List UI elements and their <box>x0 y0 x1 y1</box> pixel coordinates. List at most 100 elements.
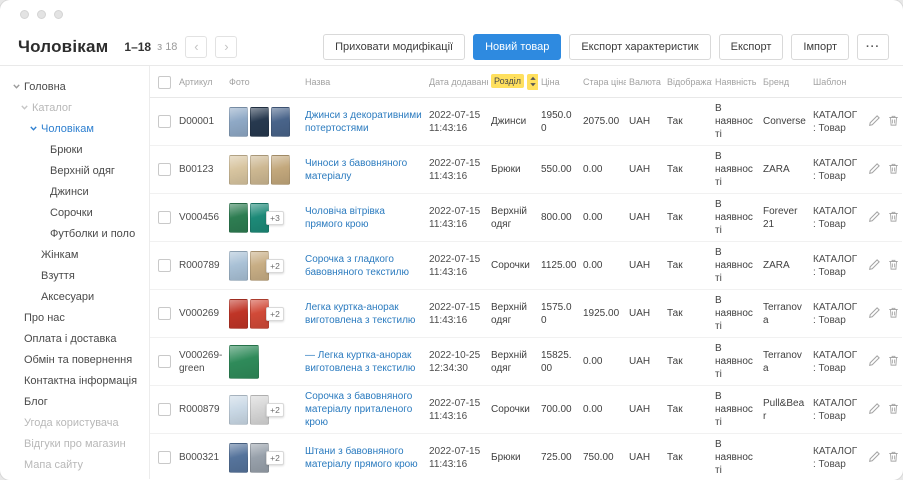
product-name-link[interactable]: Джинси з декоративними потертостями <box>305 109 423 135</box>
product-photo-thumbnail[interactable] <box>271 155 290 185</box>
product-photo-thumbnail[interactable] <box>229 107 248 137</box>
row-checkbox[interactable] <box>158 115 171 128</box>
import-button[interactable]: Імпорт <box>791 34 849 60</box>
more-photos-badge[interactable]: +2 <box>266 307 284 321</box>
column-header-date-added[interactable]: Дата додавання <box>426 66 488 98</box>
export-button[interactable]: Експорт <box>719 34 784 60</box>
sidebar-item-trousers[interactable]: Брюки <box>0 139 149 160</box>
product-photo-thumbnail[interactable] <box>229 155 248 185</box>
sidebar-item-blog[interactable]: Блог <box>0 391 149 412</box>
more-photos-badge[interactable]: +2 <box>266 451 284 465</box>
row-checkbox[interactable] <box>158 307 171 320</box>
edit-icon[interactable] <box>865 160 884 180</box>
sidebar-item-shirts[interactable]: Сорочки <box>0 202 149 223</box>
row-checkbox[interactable] <box>158 259 171 272</box>
sidebar-item-catalog[interactable]: Каталог <box>0 97 149 118</box>
delete-icon[interactable] <box>884 112 902 132</box>
more-photos-badge[interactable]: +2 <box>266 259 284 273</box>
hide-modifications-button[interactable]: Приховати модифікації <box>323 34 465 60</box>
product-photo-thumbnail[interactable] <box>250 155 269 185</box>
sidebar-item-user-agreement[interactable]: Угода користувача <box>0 412 149 433</box>
pagination-next-button[interactable]: › <box>215 36 237 58</box>
column-header-name[interactable]: Назва <box>302 66 426 98</box>
edit-icon[interactable] <box>865 352 884 372</box>
row-checkbox[interactable] <box>158 403 171 416</box>
product-availability: В наявності <box>712 386 760 434</box>
product-name-link[interactable]: Штани з бавовняного матеріалу прямого кр… <box>305 445 423 471</box>
product-article: R000879 <box>176 386 226 434</box>
sort-icon[interactable] <box>527 74 538 90</box>
sidebar-item-label: Контактна інформація <box>24 375 137 387</box>
edit-icon[interactable] <box>865 400 884 420</box>
row-checkbox[interactable] <box>158 355 171 368</box>
column-header-currency[interactable]: Валюта <box>626 66 664 98</box>
column-header-photo[interactable]: Фото <box>226 66 302 98</box>
product-photo-thumbnail[interactable] <box>229 251 248 281</box>
delete-icon[interactable] <box>884 448 902 468</box>
table-row: B000321+2Штани з бавовняного матеріалу п… <box>150 434 902 480</box>
column-header-availability[interactable]: Наявність <box>712 66 760 98</box>
column-header-old-price[interactable]: Стара ціна <box>580 66 626 98</box>
window-control-minimize[interactable] <box>37 10 46 19</box>
product-photo-thumbnail[interactable] <box>229 203 248 233</box>
product-template: КАТАЛОГ: Товар <box>810 338 862 386</box>
column-header-brand[interactable]: Бренд <box>760 66 810 98</box>
sidebar-item-sitemap[interactable]: Мапа сайту <box>0 454 149 475</box>
product-name-link[interactable]: Чоловіча вітрівка прямого крою <box>305 205 423 231</box>
edit-icon[interactable] <box>865 448 884 468</box>
edit-icon[interactable] <box>865 208 884 228</box>
export-characteristics-button[interactable]: Експорт характеристик <box>569 34 710 60</box>
sidebar-item-about[interactable]: Про нас <box>0 307 149 328</box>
column-header-article[interactable]: Артикул <box>176 66 226 98</box>
sidebar-item-outerwear[interactable]: Верхній одяг <box>0 160 149 181</box>
product-photo-thumbnail[interactable] <box>229 395 248 425</box>
delete-icon[interactable] <box>884 400 902 420</box>
edit-icon[interactable] <box>865 256 884 276</box>
edit-icon[interactable] <box>865 112 884 132</box>
more-photos-badge[interactable]: +3 <box>266 211 284 225</box>
delete-icon[interactable] <box>884 352 902 372</box>
column-header-price[interactable]: Ціна <box>538 66 580 98</box>
new-product-button[interactable]: Новий товар <box>473 34 561 60</box>
window-control-close[interactable] <box>20 10 29 19</box>
sidebar-item-contact-info[interactable]: Контактна інформація <box>0 370 149 391</box>
row-checkbox[interactable] <box>158 451 171 464</box>
product-photo-thumbnail[interactable] <box>229 345 259 379</box>
product-name-link[interactable]: — Легка куртка-анорак виготовлена з текс… <box>305 349 423 375</box>
sidebar-item-accessories[interactable]: Аксесуари <box>0 286 149 307</box>
product-photo-thumbnail[interactable] <box>271 107 290 137</box>
row-checkbox[interactable] <box>158 211 171 224</box>
column-header-display[interactable]: Відображати <box>664 66 712 98</box>
sidebar-item-exchange-returns[interactable]: Обмін та повернення <box>0 349 149 370</box>
edit-icon[interactable] <box>865 304 884 324</box>
delete-icon[interactable] <box>884 304 902 324</box>
delete-icon[interactable] <box>884 208 902 228</box>
row-checkbox[interactable] <box>158 163 171 176</box>
sidebar-item-home[interactable]: Головна <box>0 76 149 97</box>
sidebar-item-shoes[interactable]: Взуття <box>0 265 149 286</box>
delete-icon[interactable] <box>884 160 902 180</box>
product-photo-thumbnail[interactable] <box>229 299 248 329</box>
delete-icon[interactable] <box>884 256 902 276</box>
product-name-link[interactable]: Сорочка з гладкого бавовняного текстилю <box>305 253 423 279</box>
select-all-checkbox[interactable] <box>158 76 171 89</box>
more-photos-badge[interactable]: +2 <box>266 403 284 417</box>
sidebar-item-store-reviews[interactable]: Відгуки про магазин <box>0 433 149 454</box>
product-photo-thumbnail[interactable] <box>250 107 269 137</box>
window-control-maximize[interactable] <box>54 10 63 19</box>
product-name-link[interactable]: Сорочка з бавовняного матеріалу притален… <box>305 390 423 429</box>
pagination-prev-button[interactable]: ‹ <box>185 36 207 58</box>
more-button[interactable]: ··· <box>857 34 889 60</box>
product-photo-thumbnail[interactable] <box>229 443 248 473</box>
product-brand: Forever 21 <box>760 194 810 242</box>
sidebar-item-payment-delivery[interactable]: Оплата і доставка <box>0 328 149 349</box>
sidebar-item-men[interactable]: Чоловікам <box>0 118 149 139</box>
column-header-section[interactable]: Розділ <box>488 66 538 98</box>
product-name-link[interactable]: Чиноси з бавовняного матеріалу <box>305 157 423 183</box>
sidebar-item-jeans[interactable]: Джинси <box>0 181 149 202</box>
sidebar-item-tshirts-polo[interactable]: Футболки и поло <box>0 223 149 244</box>
sidebar-item-women[interactable]: Жінкам <box>0 244 149 265</box>
products-table: АртикулФотоНазваДата додаванняРозділЦіна… <box>150 66 902 479</box>
product-name-link[interactable]: Легка куртка-анорак виготовлена з тексти… <box>305 301 423 327</box>
column-header-template[interactable]: Шаблон <box>810 66 862 98</box>
